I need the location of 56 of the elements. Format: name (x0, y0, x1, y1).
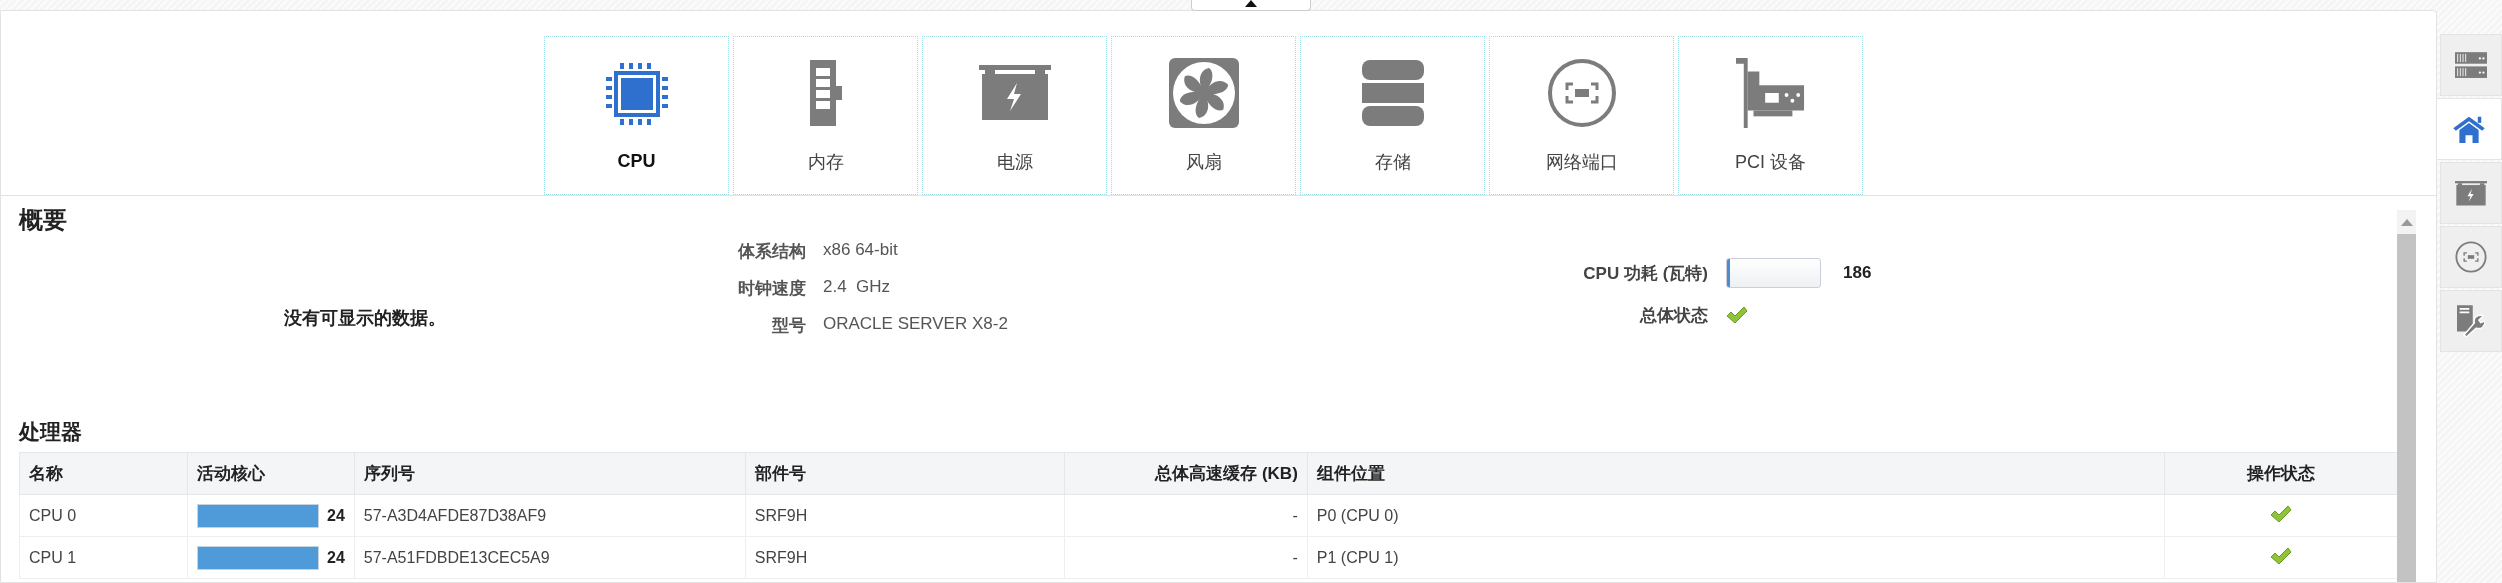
caret-icon (1245, 0, 1257, 7)
tab[interactable]: PCI 设备 (1678, 36, 1863, 195)
empty-message: 没有可显示的数据。 (284, 307, 446, 330)
sidebar-item[interactable] (2440, 290, 2502, 352)
property-label: 型号 (771, 315, 806, 337)
tab[interactable]: 内存 (733, 36, 918, 195)
property-value: x86 64-bit (823, 240, 899, 261)
network-port-icon (2455, 241, 2487, 273)
table-cell: 57-A3D4AFDE87D38AF9 (354, 494, 746, 537)
network-port-icon (1546, 57, 1617, 128)
tab[interactable]: 网络端口 (1489, 36, 1674, 195)
tab[interactable]: 电源 (922, 36, 1107, 195)
table-cell: - (1064, 494, 1308, 537)
column-header[interactable]: 操作状态 (2164, 452, 2397, 495)
column-header[interactable]: 序列号 (354, 452, 746, 495)
core-count: 24 (327, 506, 345, 525)
sidebar-item[interactable] (2440, 226, 2502, 288)
column-header[interactable]: 部件号 (745, 452, 1065, 495)
table-cell: CPU 1 (19, 536, 188, 579)
tab[interactable]: 风扇 (1111, 36, 1296, 195)
sidebar-item[interactable] (2436, 98, 2502, 160)
table-cell: SRF9H (745, 536, 1065, 579)
sidebar-item[interactable] (2440, 34, 2502, 96)
sidebar-item[interactable] (2440, 162, 2502, 224)
table-cell: 57-A51FDBDE13CEC5A9 (354, 536, 746, 579)
property-value: ORACLE SERVER X8-2 (823, 314, 1009, 335)
tab[interactable]: 存储 (1300, 36, 1485, 195)
property-value: 2.4 GHz (823, 277, 892, 298)
tab[interactable]: CPU (544, 36, 729, 195)
collapse-handle[interactable] (1191, 0, 1311, 11)
section-title: 概要 (19, 205, 68, 235)
fan-icon (1168, 57, 1239, 128)
memory-stick-icon (807, 57, 844, 128)
table-cell: - (1064, 536, 1308, 579)
database-icon (1361, 57, 1424, 128)
power-reading: 186 (1843, 263, 1872, 283)
column-header[interactable]: 活动核心 (187, 452, 355, 495)
battery-icon (2455, 180, 2487, 206)
home-icon (2453, 115, 2485, 143)
property-label: 体系结构 (737, 241, 806, 263)
table-cell: P1 (CPU 1) (1307, 536, 2165, 579)
server-wrench-icon (2457, 305, 2485, 337)
server-icon (2455, 51, 2487, 79)
expansion-card-icon (1734, 57, 1807, 128)
column-header[interactable]: 组件位置 (1307, 452, 2165, 495)
property-label: 时钟速度 (737, 278, 806, 300)
core-count: 24 (327, 548, 345, 567)
table-cell: CPU 0 (19, 494, 188, 537)
scroll-up-icon[interactable] (2400, 218, 2413, 226)
property-label: 总体状态 (1638, 304, 1708, 327)
property-label: CPU 功耗 (瓦特) (1582, 262, 1708, 285)
table-cell: SRF9H (745, 494, 1065, 537)
column-header[interactable]: 总体高速缓存 (KB) (1064, 452, 1308, 495)
column-header[interactable]: 名称 (19, 452, 188, 495)
table-cell: P0 (CPU 0) (1307, 494, 2165, 537)
section-title: 处理器 (19, 419, 83, 445)
